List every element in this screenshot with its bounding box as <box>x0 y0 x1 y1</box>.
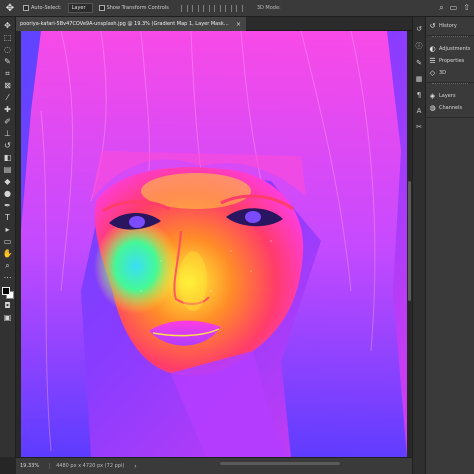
brush-settings-icon[interactable]: ✎ <box>416 59 422 67</box>
transform-controls-label: Show Transform Controls <box>106 5 169 11</box>
swatches-icon[interactable]: ▦ <box>416 75 423 83</box>
align-center-icon[interactable] <box>191 4 199 12</box>
properties-icon: ☰ <box>429 57 436 65</box>
more-tools-icon[interactable]: ⋯ <box>2 273 14 283</box>
hand-tool-icon[interactable]: ✋ <box>2 249 14 259</box>
options-bar: ✥ Auto-Select: Layer Show Transform Cont… <box>0 0 474 17</box>
3d-icon: ◇ <box>429 69 436 77</box>
panel-channels[interactable]: ◍ Channels <box>426 102 474 114</box>
canvas-area[interactable] <box>16 31 412 457</box>
move-tool-icon[interactable]: ✥ <box>3 2 17 14</box>
quick-mask-icon[interactable]: ◘ <box>2 301 14 311</box>
panel-layers[interactable]: ◈ Layers <box>426 90 474 102</box>
panel-3d[interactable]: ◇ 3D <box>426 67 474 79</box>
layers-icon: ◈ <box>429 92 436 100</box>
healing-brush-tool-icon[interactable]: ✚ <box>2 105 14 115</box>
document-title: pooriya-kafari-5Bv47COVe9A-unsplash.jpg … <box>20 21 230 27</box>
history-brush-tool-icon[interactable]: ↺ <box>2 141 14 151</box>
foreground-color-swatch[interactable] <box>1 287 10 295</box>
history-icon: ↺ <box>429 22 436 30</box>
share-icon[interactable]: ⇧ <box>463 3 470 13</box>
move-tool-icon[interactable]: ✥ <box>2 21 14 31</box>
zoom-tool-icon[interactable]: ⌕ <box>2 261 14 271</box>
checkbox-box[interactable] <box>98 5 105 11</box>
panel-adjustments[interactable]: ◐ Adjustments <box>426 43 474 55</box>
panel-label: Layers <box>439 93 456 99</box>
align-bottom-icon[interactable] <box>235 4 243 12</box>
transform-controls-checkbox[interactable]: Show Transform Controls <box>98 5 169 11</box>
panel-label: History <box>439 23 457 29</box>
panel-group-1: ↺ History <box>426 17 474 36</box>
lasso-tool-icon[interactable]: ◌ <box>2 45 14 55</box>
document-tab[interactable]: pooriya-kafari-5Bv47COVe9A-unsplash.jpg … <box>16 17 246 31</box>
document-tabs: pooriya-kafari-5Bv47COVe9A-unsplash.jpg … <box>16 17 412 31</box>
zoom-level[interactable]: 19.33% <box>20 463 39 469</box>
auto-select-target-dropdown[interactable]: Layer <box>67 3 93 13</box>
pen-tool-icon[interactable]: ✒ <box>2 201 14 211</box>
3d-mode-label: 3D Mode: <box>256 5 281 11</box>
close-icon[interactable]: × <box>236 21 241 28</box>
panel-label: Channels <box>439 105 463 111</box>
crop-tool-icon[interactable]: ⌗ <box>2 69 14 79</box>
panel-icon-strip: ↺ ⓘ ✎ ▦ ¶ A ✂ <box>412 17 426 474</box>
brush-tool-icon[interactable]: ✐ <box>2 117 14 127</box>
document-info: 4480 px x 4720 px (72 ppi) <box>49 463 124 469</box>
panel-group-3: ◈ Layers ◍ Channels <box>426 87 474 118</box>
channels-icon: ◍ <box>429 104 436 112</box>
screen-mode-icon[interactable]: ▣ <box>2 313 14 323</box>
horizontal-scrollbar[interactable] <box>220 462 340 465</box>
dodge-tool-icon[interactable]: ● <box>2 189 14 199</box>
marquee-tool-icon[interactable]: ⬚ <box>2 33 14 43</box>
adjustments-icon: ◐ <box>429 45 436 53</box>
align-buttons <box>180 4 243 12</box>
collapsed-panels: ↺ History ◐ Adjustments ☰ Properties ◇ 3… <box>426 17 474 474</box>
align-top-icon[interactable] <box>213 4 221 12</box>
panel-history[interactable]: ↺ History <box>426 20 474 32</box>
type-tool-icon[interactable]: T <box>2 213 14 223</box>
options-right-icons: ⌕ ▭ ⇧ <box>439 3 470 13</box>
panel-label: Properties <box>439 58 465 64</box>
gradient-tool-icon[interactable]: ▤ <box>2 165 14 175</box>
history-icon[interactable]: ↺ <box>416 25 422 33</box>
align-right-icon[interactable] <box>202 4 210 12</box>
panel-label: Adjustments <box>439 46 471 52</box>
color-swatches[interactable] <box>1 287 14 299</box>
tools-settings-icon[interactable]: ✂ <box>416 123 422 131</box>
eraser-tool-icon[interactable]: ◧ <box>2 153 14 163</box>
glyphs-icon[interactable]: A <box>417 107 422 115</box>
frame-tool-icon[interactable]: ⊠ <box>2 81 14 91</box>
checkbox-box[interactable] <box>23 5 29 11</box>
align-left-icon[interactable] <box>180 4 188 12</box>
auto-select-checkbox[interactable]: Auto-Select: <box>23 5 62 11</box>
blur-tool-icon[interactable]: ◆ <box>2 177 14 187</box>
auto-select-label: Auto-Select: <box>31 5 62 11</box>
rectangle-tool-icon[interactable]: ▭ <box>2 237 14 247</box>
info-icon[interactable]: ⓘ <box>416 41 423 51</box>
status-menu-arrow[interactable]: › <box>134 463 136 470</box>
quick-select-tool-icon[interactable]: ✎ <box>2 57 14 67</box>
path-selection-tool-icon[interactable]: ▸ <box>2 225 14 235</box>
search-icon[interactable]: ⌕ <box>439 3 443 13</box>
status-bar: 19.33% 4480 px x 4720 px (72 ppi) › <box>16 457 412 474</box>
panel-properties[interactable]: ☰ Properties <box>426 55 474 67</box>
panel-label: 3D <box>439 70 447 76</box>
panel-group-2: ◐ Adjustments ☰ Properties ◇ 3D <box>426 40 474 83</box>
eyedropper-tool-icon[interactable]: ⁄ <box>2 93 14 103</box>
document-canvas[interactable] <box>21 31 407 457</box>
workspace-icon[interactable]: ▭ <box>450 3 458 13</box>
artwork-image <box>21 31 407 457</box>
tools-panel: ✥ ⬚ ◌ ✎ ⌗ ⊠ ⁄ ✚ ✐ ⊥ ↺ ◧ ▤ ◆ ● ✒ T ▸ ▭ ✋ … <box>0 17 16 457</box>
clone-stamp-tool-icon[interactable]: ⊥ <box>2 129 14 139</box>
vertical-scrollbar[interactable] <box>408 181 411 301</box>
paragraph-icon[interactable]: ¶ <box>417 91 421 99</box>
align-middle-icon[interactable] <box>224 4 232 12</box>
